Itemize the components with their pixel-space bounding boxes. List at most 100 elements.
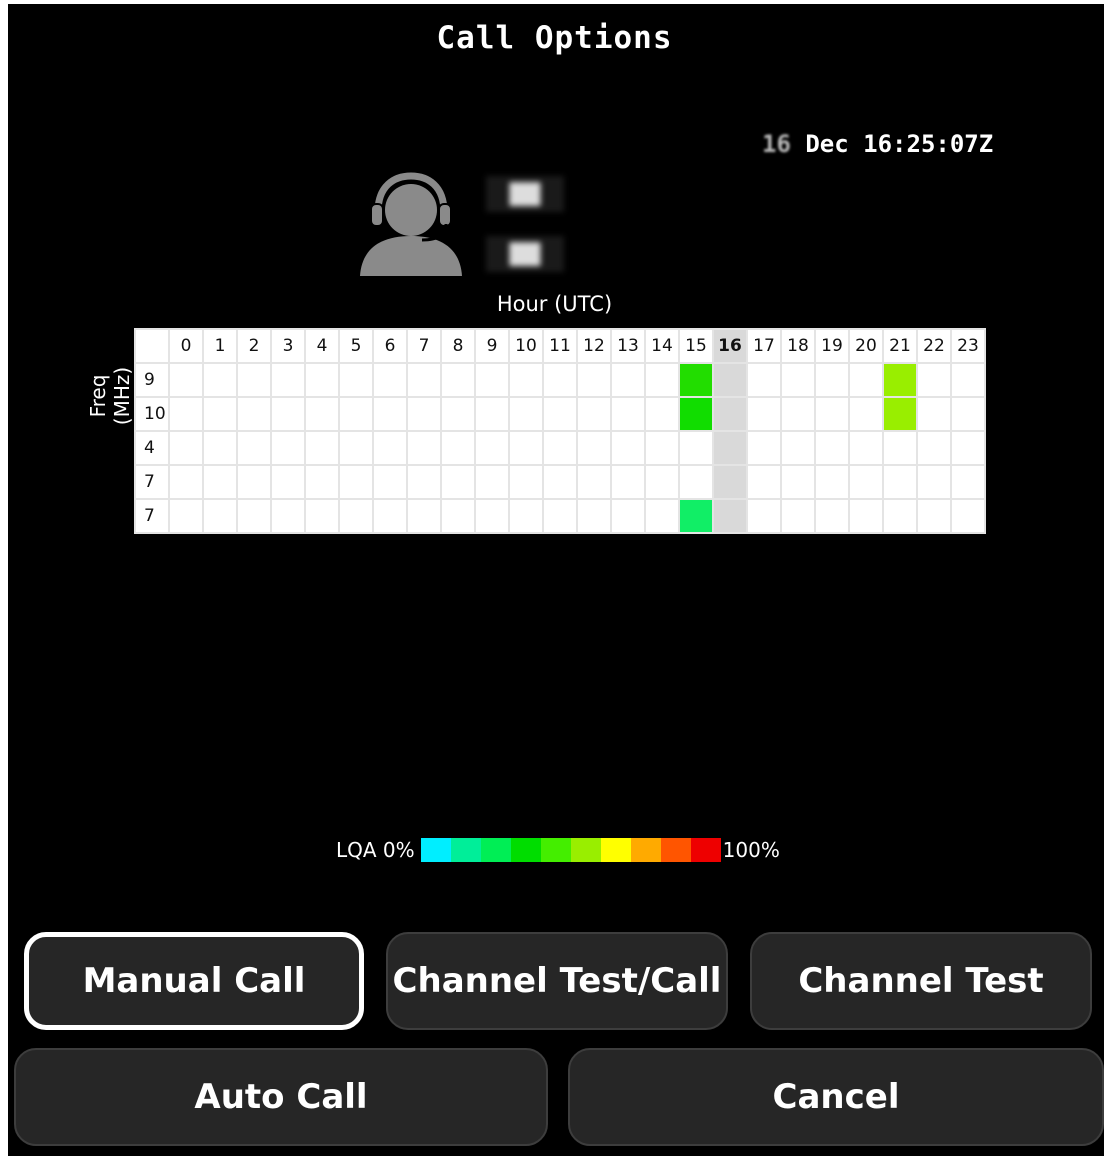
lqa-cell [644,464,680,500]
lqa-cell [814,464,850,500]
lqa-cell [678,498,714,534]
lqa-cell [780,430,816,466]
freq-row: 4 [134,430,986,466]
contact-address: ██ [486,236,564,272]
lqa-cell [576,430,612,466]
lqa-cell [814,362,850,398]
lqa-cell [474,396,510,432]
lqa-cell [780,464,816,500]
hour-header: 9 [474,328,510,364]
hour-header: 5 [338,328,374,364]
hour-header: 17 [746,328,782,364]
lqa-cell [814,498,850,534]
lqa-cell [712,396,748,432]
lqa-cell [304,498,340,534]
lqa-cell [678,362,714,398]
contact-callsign: ██ [486,176,564,212]
lqa-cell [474,362,510,398]
lqa-cell [780,498,816,534]
lqa-cell [746,362,782,398]
freq-label-cell: 4 [134,430,170,466]
freq-row: 9 [134,362,986,398]
hour-header: 20 [848,328,884,364]
hour-header: 0 [168,328,204,364]
lqa-cell [746,498,782,534]
auto-call-button[interactable]: Auto Call [14,1048,548,1146]
lqa-cell [746,464,782,500]
hour-header: 7 [406,328,442,364]
lqa-cell [236,498,272,534]
lqa-cell [372,464,408,500]
lqa-cell [712,362,748,398]
cancel-button[interactable]: Cancel [568,1048,1104,1146]
lqa-cell [338,362,374,398]
lqa-color-swatch [510,838,541,862]
lqa-cell [338,430,374,466]
lqa-color-swatch [450,838,481,862]
channel-test-button[interactable]: Channel Test [750,932,1092,1030]
lqa-cell [542,430,578,466]
hour-header: 1 [202,328,238,364]
lqa-color-swatch [630,838,661,862]
lqa-cell [304,464,340,500]
lqa-cell [372,498,408,534]
lqa-cell [882,464,918,500]
lqa-cell [746,430,782,466]
lqa-cell [576,362,612,398]
lqa-cell [610,430,646,466]
lqa-cell [372,362,408,398]
hour-header: 23 [950,328,986,364]
lqa-cell [882,396,918,432]
lqa-legend-high-label: 100% [722,838,780,862]
lqa-cell [882,362,918,398]
lqa-cell [304,430,340,466]
lqa-cell [780,362,816,398]
lqa-cell [576,498,612,534]
channel-test-call-button[interactable]: Channel Test/Call [386,932,728,1030]
lqa-cell [916,430,952,466]
lqa-cell [542,464,578,500]
lqa-cell [746,396,782,432]
lqa-cell [950,396,986,432]
lqa-cell [576,396,612,432]
lqa-cell [610,498,646,534]
lqa-cell [542,498,578,534]
lqa-cell [678,430,714,466]
lqa-color-swatch [690,838,721,862]
lqa-cell [338,498,374,534]
lqa-cell [236,362,272,398]
lqa-cell [270,498,306,534]
lqa-cell [406,498,442,534]
lqa-cell [644,362,680,398]
lqa-cell [372,396,408,432]
lqa-cell [950,464,986,500]
manual-call-button[interactable]: Manual Call [24,932,364,1030]
lqa-cell [712,498,748,534]
lqa-cell [712,464,748,500]
freq-axis-label: Freq (MHz) [86,366,134,426]
lqa-cell [712,430,748,466]
grid-header-row: 0 1 2 3 4 5 6 7 8 9 10 11 12 13 14 15 16 17 18 19 20 21 22 23 [134,328,986,364]
lqa-cell [440,464,476,500]
hour-header: 14 [644,328,680,364]
lqa-cell [610,464,646,500]
lqa-cell [168,498,204,534]
lqa-cell [406,464,442,500]
hour-header: 4 [304,328,340,364]
freq-row: 10 [134,396,986,432]
hour-header: 21 [882,328,918,364]
lqa-cell [440,430,476,466]
lqa-cell [406,430,442,466]
freq-row: 7 [134,464,986,500]
lqa-cell [848,396,884,432]
lqa-cell [508,396,544,432]
lqa-cell [440,498,476,534]
hour-header: 6 [372,328,408,364]
hour-header: 15 [678,328,714,364]
lqa-cell [848,498,884,534]
lqa-cell [202,396,238,432]
lqa-cell [270,362,306,398]
lqa-cell [236,464,272,500]
hour-header: 12 [576,328,612,364]
lqa-cell [916,362,952,398]
